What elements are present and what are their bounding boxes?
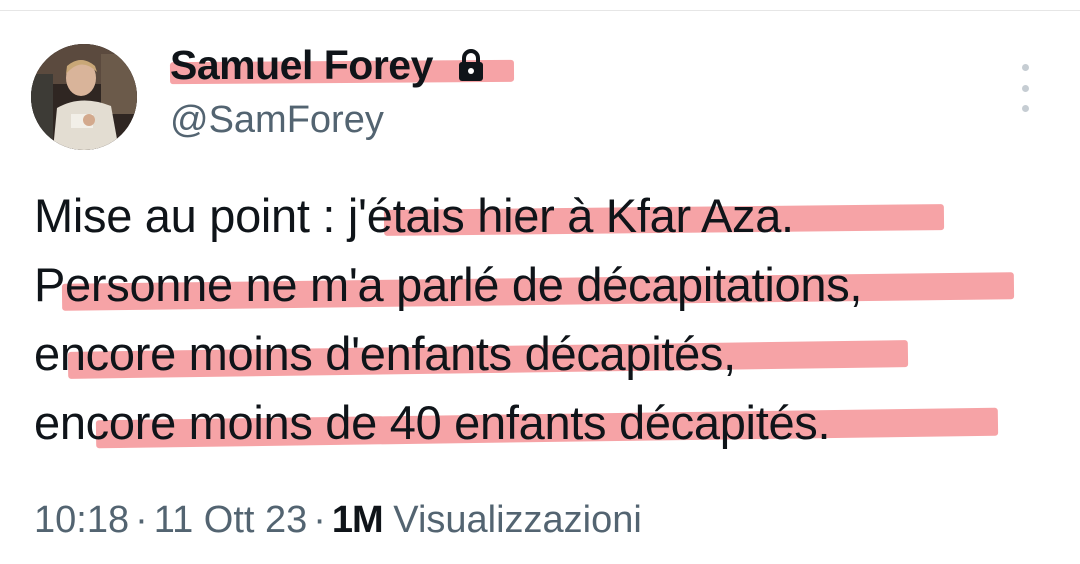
tweet-text: Mise au point : j'étais hier à Kfar Aza.… bbox=[34, 181, 1064, 457]
tweet-date[interactable]: 11 Ott 23 bbox=[154, 499, 308, 541]
author-name[interactable]: Samuel Forey bbox=[170, 39, 486, 91]
meta-separator: · bbox=[135, 499, 148, 541]
author-handle[interactable]: @SamForey bbox=[170, 96, 384, 144]
avatar-photo-icon bbox=[31, 44, 137, 150]
more-dot bbox=[1021, 64, 1029, 71]
more-dot bbox=[1021, 84, 1029, 92]
top-divider bbox=[0, 0, 1080, 11]
tweet-time[interactable]: 10:18 bbox=[34, 499, 129, 541]
author-name-text: Samuel Forey bbox=[170, 42, 433, 88]
views-count: 1M bbox=[331, 499, 384, 541]
views-label: Visualizzazioni bbox=[393, 499, 642, 541]
author-avatar[interactable] bbox=[31, 44, 137, 150]
more-dot bbox=[1021, 105, 1029, 112]
tweet-line: encore moins d'enfants décapités, bbox=[34, 327, 736, 380]
tweet-line: Mise au point : j'étais hier à Kfar Aza. bbox=[34, 189, 794, 242]
tweet-line: Personne ne m'a parlé de décapitations, bbox=[34, 258, 863, 311]
tweet-meta: 10:18 · 11 Ott 23 · 1M Visualizzazioni bbox=[34, 494, 642, 546]
lock-icon bbox=[458, 49, 483, 81]
tweet-line: encore moins de 40 enfants décapités. bbox=[34, 396, 831, 449]
meta-separator: · bbox=[313, 499, 326, 541]
more-vertical-icon[interactable] bbox=[1010, 64, 1040, 112]
